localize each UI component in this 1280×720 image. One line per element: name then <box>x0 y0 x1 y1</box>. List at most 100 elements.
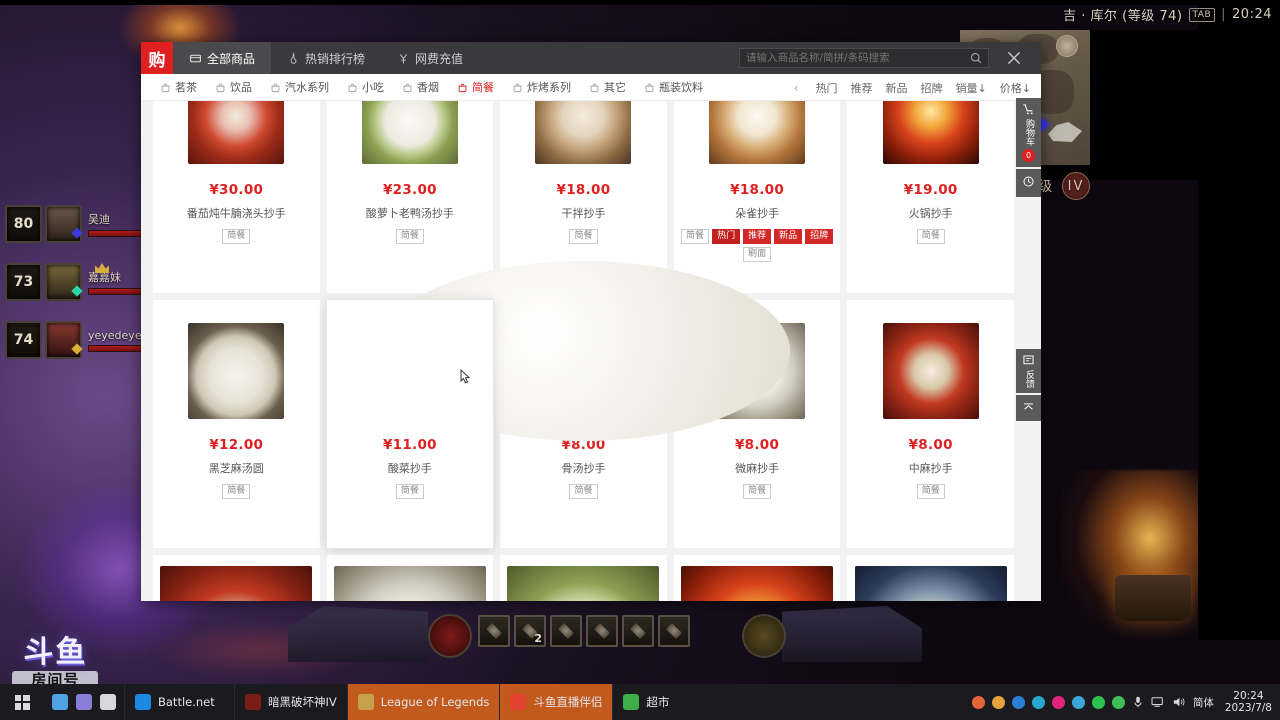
product-tags: 简餐 <box>222 229 251 244</box>
category-list[interactable]: 茗茶 饮品 汽水系列 小吃 香烟 简餐 炸烤系列 其它 瓶装饮料 <box>151 74 712 101</box>
skill-slot[interactable] <box>622 615 654 647</box>
minimap-structure <box>1048 122 1082 142</box>
volume-icon[interactable] <box>1172 696 1186 708</box>
category-tab-4[interactable]: 香烟 <box>393 74 448 101</box>
taskbar-item-icon <box>510 694 527 710</box>
category-tab-1[interactable]: 饮品 <box>206 74 261 101</box>
taskbar-item-1[interactable]: 暗黑破坏神IV <box>234 684 347 720</box>
network-icon[interactable] <box>1151 696 1165 708</box>
tray-icon-3[interactable] <box>1011 695 1025 709</box>
category-tab-3[interactable]: 小吃 <box>338 74 393 101</box>
sort-option-3[interactable]: 招牌 <box>921 80 943 96</box>
shop-nav-label: 全部商品 <box>207 51 256 66</box>
product-grid-scroll[interactable]: ¥30.00 番茄炖牛腩浇头抄手 简餐 ¥23.00 酸萝卜老鸭汤抄手 简餐 ¥18.00 干… <box>153 101 1014 601</box>
product-tags: 简餐 <box>395 484 424 499</box>
tray-icon-2[interactable] <box>991 695 1005 709</box>
cart-badge: 0 <box>1022 149 1035 162</box>
shop-nav[interactable]: 全部商品 热销排行榜 网费充值 <box>173 42 479 74</box>
skill-slot[interactable] <box>658 615 690 647</box>
clock-icon <box>1023 176 1034 187</box>
product-card[interactable] <box>673 555 841 601</box>
shop-nav-item-1[interactable]: 热销排行榜 <box>271 42 381 74</box>
ime-indicator[interactable]: 简体 <box>1193 695 1214 710</box>
product-tag-0: 简餐 <box>569 229 598 244</box>
category-tab-2[interactable]: 汽水系列 <box>261 74 338 101</box>
skill-slot[interactable] <box>478 615 510 647</box>
product-card[interactable]: ¥19.00 火锅抄手 简餐 <box>847 101 1014 293</box>
search-box[interactable] <box>739 48 989 68</box>
product-card[interactable]: ¥8.00 中麻抄手 简餐 <box>847 300 1014 548</box>
minimap-crest-icon <box>1056 35 1078 57</box>
tray-icon-5[interactable] <box>1051 695 1065 709</box>
tray-icon-1[interactable] <box>971 695 985 709</box>
sort-prev-arrow[interactable]: ‹ <box>794 81 803 95</box>
product-card[interactable] <box>153 555 320 601</box>
tray-icon-7[interactable] <box>1091 695 1105 709</box>
product-card[interactable] <box>847 555 1014 601</box>
sort-option-1[interactable]: 推荐 <box>851 80 873 96</box>
product-card[interactable]: ¥12.00 黑芝麻汤圆 简餐 <box>153 300 320 548</box>
side-rail[interactable]: 购物车 0 反馈 <box>1016 98 1041 601</box>
cart-button[interactable]: 购物车 0 <box>1016 98 1041 167</box>
quick-launch[interactable] <box>44 694 124 710</box>
quicklaunch-icon-1[interactable] <box>52 694 68 710</box>
taskbar-item-2[interactable]: League of Legends <box>346 684 500 720</box>
shop-logo: 购 <box>141 42 173 74</box>
category-tab-5[interactable]: 简餐 <box>448 74 503 101</box>
system-tray[interactable]: 简体 20:24 2023/7/8 <box>971 690 1280 714</box>
taskbar-item-0[interactable]: Battle.net <box>124 684 234 720</box>
product-image <box>882 323 979 419</box>
product-card[interactable]: ¥18.00 朵雀抄手 简餐 热门 推荐 新品 招牌 刷面 <box>673 101 841 293</box>
order-history-button[interactable] <box>1016 169 1041 197</box>
taskbar-item-4[interactable]: 超市 <box>612 684 722 720</box>
category-bar[interactable]: 茗茶 饮品 汽水系列 小吃 香烟 简餐 炸烤系列 其它 瓶装饮料 ‹ 热门 推荐 新品 招牌 销量↓ 价格… <box>141 74 1041 101</box>
product-card[interactable] <box>500 555 667 601</box>
taskbar-items[interactable]: Battle.net 暗黑破坏神IV League of Legends 斗鱼直播伴侣… <box>124 684 722 720</box>
quicklaunch-icon-2[interactable] <box>76 694 92 710</box>
tray-icon-8[interactable] <box>1111 695 1125 709</box>
category-tab-0[interactable]: 茗茶 <box>151 74 206 101</box>
search-icon[interactable] <box>970 52 982 64</box>
quicklaunch-icon-3[interactable] <box>100 694 116 710</box>
taskbar-item-3[interactable]: 斗鱼直播伴侣 <box>499 684 613 720</box>
shop-nav-item-2[interactable]: 网费充值 <box>381 42 479 74</box>
product-card[interactable]: ¥30.00 番茄炖牛腩浇头抄手 简餐 <box>153 101 320 293</box>
sort-options[interactable]: 热门 推荐 新品 招牌 销量↓ 价格↓ <box>816 80 1031 96</box>
skill-slot[interactable]: 2 <box>514 615 546 647</box>
sort-option-5[interactable]: 价格↓ <box>1000 80 1031 96</box>
tray-icon-6[interactable] <box>1071 695 1085 709</box>
party-member[interactable]: 74 yeyedeyeyex <box>0 311 161 369</box>
sort-option-0[interactable]: 热门 <box>816 80 838 96</box>
sort-option-4[interactable]: 销量↓ <box>956 80 987 96</box>
skill-bar[interactable]: 2 <box>478 615 690 647</box>
sort-option-2[interactable]: 新品 <box>886 80 908 96</box>
skill-slot[interactable] <box>586 615 618 647</box>
product-tag-0: 简餐 <box>222 484 251 499</box>
close-icon[interactable] <box>1005 49 1023 67</box>
product-price: ¥30.00 <box>209 182 264 198</box>
search-input[interactable] <box>746 52 970 64</box>
product-card[interactable]: ¥23.00 酸萝卜老鸭汤抄手 简餐 <box>326 101 494 293</box>
shop-nav-item-0[interactable]: 全部商品 <box>173 42 272 74</box>
party-member[interactable]: 73 嘉嘉妹 <box>0 253 156 311</box>
collapse-button[interactable] <box>1016 395 1041 421</box>
taskbar[interactable]: Battle.net 暗黑破坏神IV League of Legends 斗鱼直播伴侣… <box>0 684 1280 720</box>
product-image <box>854 566 1007 601</box>
health-orb <box>428 614 472 658</box>
taskbar-item-icon <box>357 694 374 710</box>
microphone-icon[interactable] <box>1132 695 1144 709</box>
skill-slot[interactable] <box>550 615 582 647</box>
feedback-button[interactable]: 反馈 <box>1016 349 1041 393</box>
sort-bar[interactable]: ‹ 热门 推荐 新品 招牌 销量↓ 价格↓ <box>794 74 1031 101</box>
start-button[interactable] <box>0 684 44 720</box>
category-tab-8[interactable]: 瓶装饮料 <box>635 74 712 101</box>
tray-clock[interactable]: 20:24 2023/7/8 <box>1221 690 1272 714</box>
party-member[interactable]: 80 吴迪 <box>0 195 156 253</box>
product-card[interactable] <box>326 555 494 601</box>
category-tab-7[interactable]: 其它 <box>580 74 635 101</box>
resource-orb <box>742 614 786 658</box>
product-card[interactable]: ¥11.00 酸菜抄手 简餐 <box>326 300 494 548</box>
category-tab-6[interactable]: 炸烤系列 <box>503 74 580 101</box>
tray-icon-4[interactable] <box>1031 695 1045 709</box>
shop-overlay-window[interactable]: 购 全部商品热销排行榜网费充值 茗茶饮品汽水系列小吃香烟简餐炸烤系列其它瓶装饮料… <box>141 42 1041 601</box>
